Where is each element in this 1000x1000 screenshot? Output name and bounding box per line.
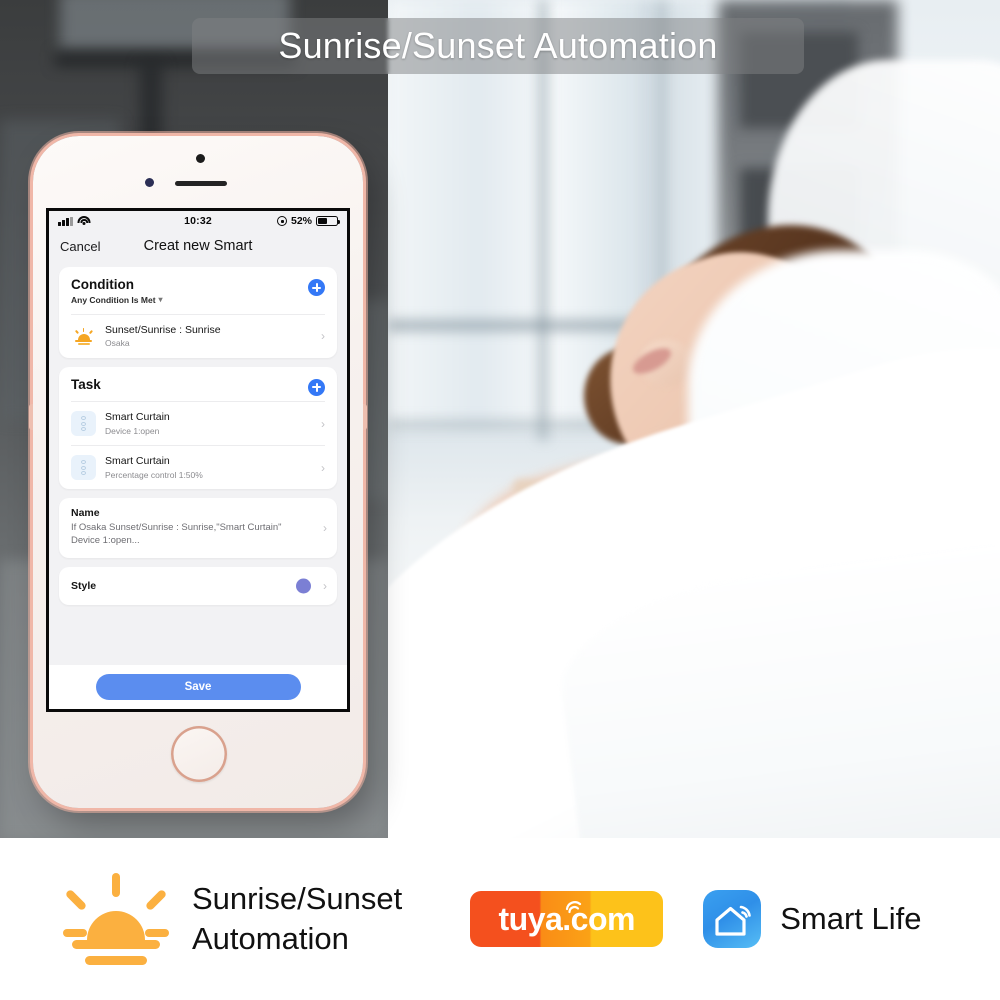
condition-mode-selector[interactable]: Any Condition Is Met ▾ <box>71 295 163 305</box>
tuya-logo: tuya.com <box>470 891 664 947</box>
partner-logos: tuya.com Smart Life <box>470 890 922 948</box>
rotation-lock-icon <box>276 216 287 226</box>
task-row-subtitle: Device 1:open <box>105 425 160 436</box>
condition-card-header: Condition Any Condition Is Met ▾ <box>59 267 337 314</box>
front-camera-icon <box>196 154 205 163</box>
hero-photo: Sunrise/Sunset Automation 10:32 52% Canc… <box>0 0 1000 838</box>
earpiece-speaker <box>175 181 227 186</box>
condition-mode-label: Any Condition Is Met <box>71 294 156 305</box>
feature-label-line2: Automation <box>192 921 349 956</box>
footer-branding-bar: Sunrise/Sunset Automation tuya.com Smart… <box>0 838 1000 1000</box>
name-value: If Osaka Sunset/Sunrise : Sunrise,"Smart… <box>71 522 282 546</box>
feature-label: Sunrise/Sunset Automation <box>192 879 402 958</box>
style-heading: Style <box>71 579 97 592</box>
status-bar: 10:32 52% <box>49 211 347 231</box>
chevron-right-icon: › <box>323 578 327 593</box>
add-task-button[interactable] <box>308 378 325 396</box>
style-card[interactable]: Style › <box>59 566 337 605</box>
task-card-header: Task <box>59 367 337 402</box>
name-card[interactable]: Name If Osaka Sunset/Sunrise : Sunrise,"… <box>59 498 337 558</box>
condition-row-subtitle: Osaka <box>105 338 130 349</box>
smart-life-label: Smart Life <box>780 901 922 936</box>
task-row[interactable]: Smart Curtain Percentage control 1:50% › <box>59 446 337 489</box>
navigation-bar: Cancel Creat new Smart <box>49 231 347 261</box>
add-condition-button[interactable] <box>308 279 325 296</box>
phone-side-button-left <box>29 404 33 430</box>
screen-content: Condition Any Condition Is Met ▾ Sunset/… <box>49 261 347 605</box>
banner-title-text: Sunrise/Sunset Automation <box>278 25 718 66</box>
chevron-right-icon: › <box>321 329 325 344</box>
task-row[interactable]: Smart Curtain Device 1:open › <box>59 402 337 445</box>
screenshot-root: Sunrise/Sunset Automation 10:32 52% Canc… <box>0 0 1000 1000</box>
task-row-title: Smart Curtain <box>105 411 170 424</box>
task-card: Task Smart Curtain Device 1:open › Smart… <box>59 366 337 490</box>
smart-home-app-icon <box>703 890 762 948</box>
task-heading: Task <box>71 376 101 392</box>
condition-heading: Condition <box>71 277 134 292</box>
feature-block: Sunrise/Sunset Automation <box>62 871 402 967</box>
battery-icon <box>316 215 340 227</box>
save-button[interactable]: Save <box>95 674 301 700</box>
feature-label-line1: Sunrise/Sunset <box>192 881 403 917</box>
condition-row-sunrise[interactable]: Sunset/Sunrise : Sunrise Osaka › <box>59 315 337 358</box>
condition-row-title: Sunset/Sunrise : Sunrise <box>105 323 221 336</box>
smart-life-block: Smart Life <box>703 890 922 948</box>
chevron-right-icon: › <box>321 416 325 431</box>
name-heading: Name <box>71 507 100 520</box>
phone-mockup: 10:32 52% Cancel Creat new Smart Conditi… <box>29 136 367 808</box>
photo-bedroom-scene <box>388 0 1000 838</box>
curtain-motor-icon <box>71 455 96 481</box>
home-button[interactable] <box>171 726 227 782</box>
task-row-subtitle: Percentage control 1:50% <box>105 469 203 480</box>
proximity-sensor-icon <box>145 178 154 187</box>
page-title: Creat new Smart <box>143 238 253 254</box>
save-bar: Save <box>49 665 347 709</box>
sunrise-icon <box>62 871 170 967</box>
task-row-title: Smart Curtain <box>105 455 170 468</box>
chevron-right-icon: › <box>321 460 325 475</box>
sunrise-icon <box>71 324 96 349</box>
curtain-motor-icon <box>71 411 96 437</box>
style-color-swatch[interactable] <box>296 578 311 594</box>
battery-percent-label: 52% <box>290 215 312 227</box>
condition-card: Condition Any Condition Is Met ▾ Sunset/… <box>59 267 337 358</box>
phone-screen: 10:32 52% Cancel Creat new Smart Conditi… <box>46 208 350 712</box>
phone-side-button-right <box>363 404 367 430</box>
title-banner: Sunrise/Sunset Automation <box>192 18 804 74</box>
chevron-down-icon: ▾ <box>158 295 163 305</box>
wifi-signal-icon <box>566 901 582 914</box>
chevron-right-icon: › <box>323 520 327 535</box>
